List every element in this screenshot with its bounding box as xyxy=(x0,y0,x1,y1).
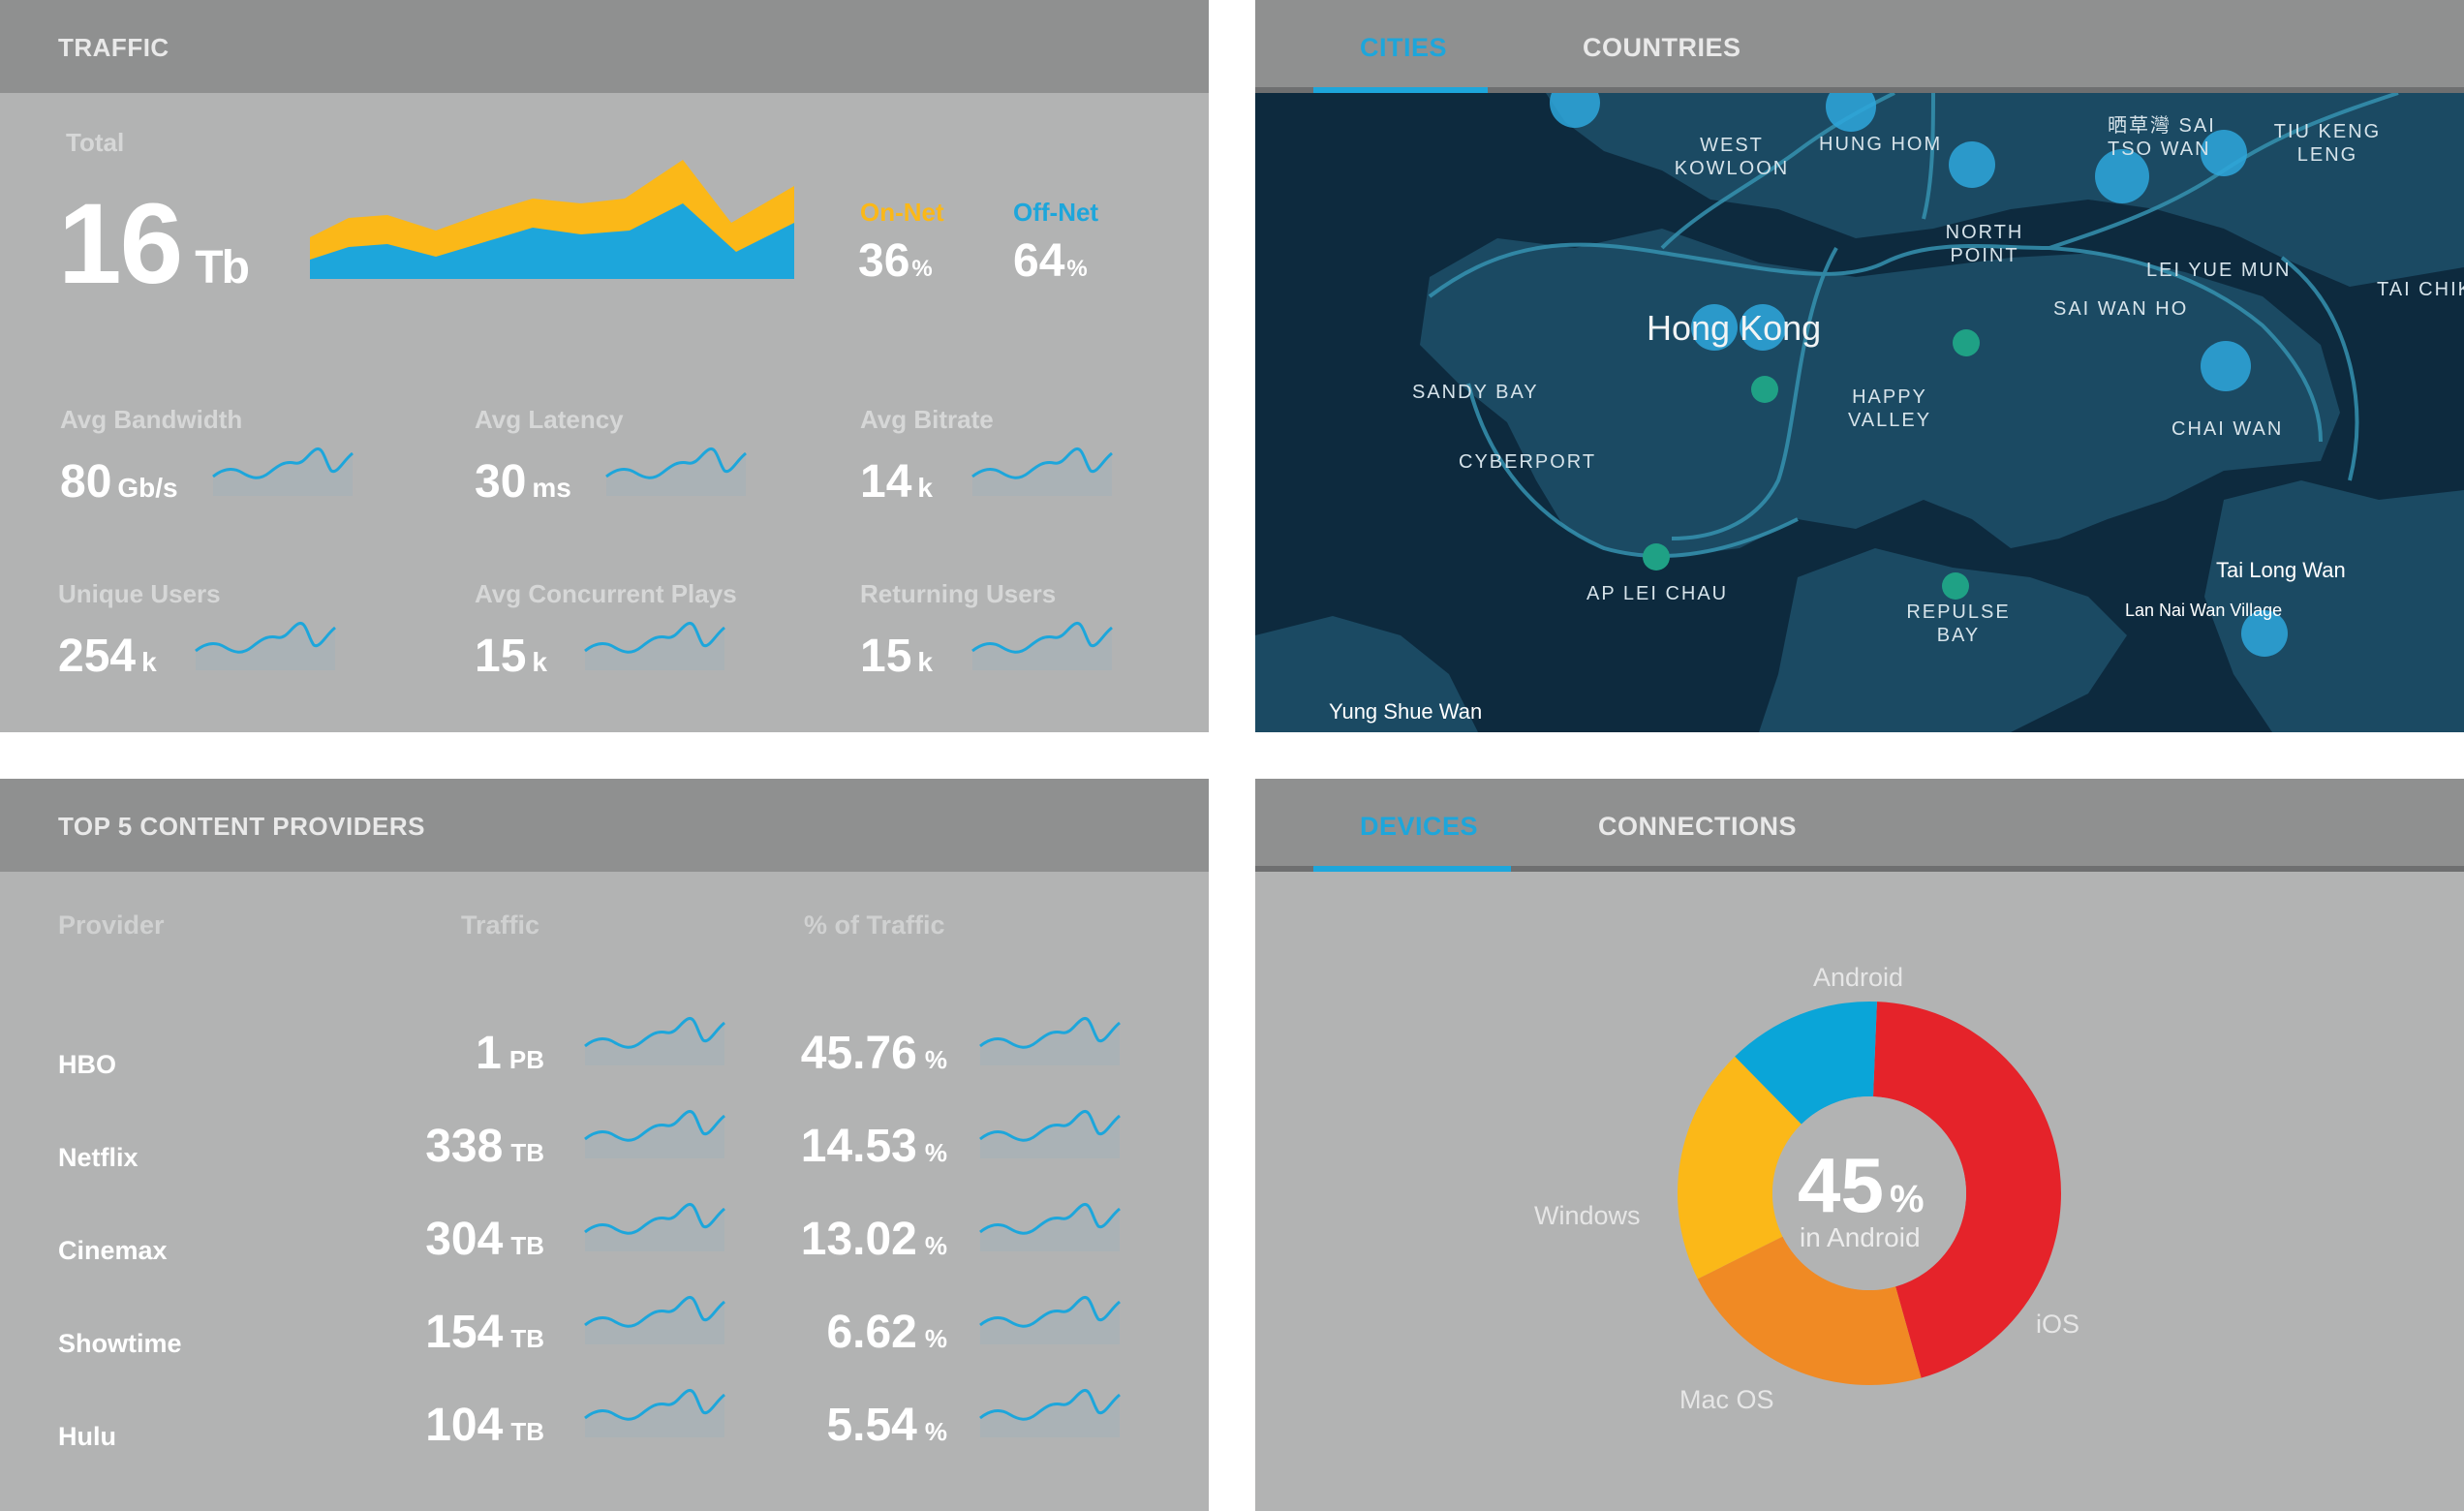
donut-center-value: 45% xyxy=(1798,1142,1925,1228)
tab-cities[interactable]: CITIES xyxy=(1360,33,1447,63)
provider-percent-value: 13.02% xyxy=(800,1214,947,1265)
donut-label-macos: Mac OS xyxy=(1679,1385,1774,1414)
col-header-traffic: Traffic xyxy=(461,910,540,940)
devices-panel: DEVICES CONNECTIONS Android iOS Mac OS W… xyxy=(1255,779,2464,1511)
map-label-sai-tso-wan: 晒草灣 SAI TSO WAN xyxy=(2108,115,2216,160)
traffic-panel: TRAFFIC Total 16 Tb On-Net 36% Off-Net 64… xyxy=(0,0,1209,732)
traffic-area-chart xyxy=(310,160,794,279)
providers-panel: TOP 5 CONTENT PROVIDERS Provider Traffic… xyxy=(0,779,1209,1511)
provider-traffic-value: 104 TB xyxy=(425,1400,544,1451)
stat-value-returning-users: 15 k xyxy=(860,631,933,682)
provider-name: HBO xyxy=(58,1050,116,1079)
map-label-tiu-keng-leng: TIU KENG LENG xyxy=(2273,121,2382,166)
sparkline-avg-latency xyxy=(605,447,747,496)
off-net-value: 64% xyxy=(1013,235,1088,287)
map-label-lei-yue-mun: LEI YUE MUN xyxy=(2146,260,2292,281)
provider-percent-sparkline xyxy=(979,1109,1121,1158)
stat-label-avg-bitrate: Avg Bitrate xyxy=(860,405,994,434)
donut-label-ios: iOS xyxy=(2036,1310,2080,1339)
provider-traffic-sparkline xyxy=(584,1295,725,1344)
map-label-happy-valley: HAPPY VALLEY xyxy=(1847,386,1932,431)
provider-name: Cinemax xyxy=(58,1236,168,1265)
map-label-tai-chik: TAI CHIK xyxy=(2377,279,2464,300)
total-value: 16 Tb xyxy=(58,180,250,308)
provider-traffic-value: 154 TB xyxy=(425,1307,544,1358)
sparkline-avg-bitrate xyxy=(971,447,1113,496)
stat-value-avg-latency: 30 ms xyxy=(475,456,571,508)
on-net-value: 36% xyxy=(858,235,933,287)
provider-traffic-value: 1 PB xyxy=(476,1028,544,1079)
providers-header: TOP 5 CONTENT PROVIDERS xyxy=(0,779,1209,872)
map-panel: CITIES COUNTRIES WEST KOWLOON HUNG HOM 晒… xyxy=(1255,0,2464,732)
map-label-cyberport: CYBERPORT xyxy=(1459,451,1597,473)
map-label-lan-nai-wan: Lan Nai Wan Village xyxy=(2125,601,2283,620)
map-label-sandy-bay: SANDY BAY xyxy=(1412,382,1539,403)
sparkline-returning-users xyxy=(971,621,1113,670)
donut-label-windows: Windows xyxy=(1534,1201,1641,1230)
provider-percent-sparkline xyxy=(979,1295,1121,1344)
provider-name: Netflix xyxy=(58,1143,139,1172)
provider-traffic-value: 338 TB xyxy=(425,1121,544,1172)
provider-traffic-sparkline xyxy=(584,1388,725,1437)
col-header-provider: Provider xyxy=(58,910,165,940)
col-header-percent: % of Traffic xyxy=(804,910,945,940)
provider-name: Showtime xyxy=(58,1329,182,1358)
provider-percent-value: 6.62% xyxy=(826,1307,947,1358)
donut-label-android: Android xyxy=(1813,963,1904,992)
stat-label-returning-users: Returning Users xyxy=(860,579,1057,608)
provider-percent-value: 5.54% xyxy=(826,1400,947,1451)
map-label-hong-kong: Hong Kong xyxy=(1647,308,1822,348)
stat-value-unique-users: 254 k xyxy=(58,631,157,682)
total-label: Total xyxy=(66,128,125,157)
map-label-repulse-bay: REPULSE BAY xyxy=(1906,601,2011,646)
stat-value-avg-concurrent-plays: 15 k xyxy=(475,631,547,682)
provider-percent-value: 14.53% xyxy=(800,1121,947,1172)
provider-traffic-value: 304 TB xyxy=(425,1214,544,1265)
tab-countries[interactable]: COUNTRIES xyxy=(1583,33,1741,63)
stat-label-avg-concurrent-plays: Avg Concurrent Plays xyxy=(475,579,737,608)
map-label-yung-shue-wan: Yung Shue Wan xyxy=(1329,699,1483,724)
sparkline-avg-bandwidth xyxy=(212,447,354,496)
traffic-title: TRAFFIC xyxy=(58,33,169,62)
providers-title: TOP 5 CONTENT PROVIDERS xyxy=(58,812,425,841)
map-label-sai-wan-ho: SAI WAN HO xyxy=(2053,298,2189,320)
donut-center-caption: in Android xyxy=(1800,1222,1921,1252)
map-label-west-kowloon: WEST KOWLOON xyxy=(1674,135,1790,179)
sparkline-unique-users xyxy=(195,621,336,670)
stat-label-avg-latency: Avg Latency xyxy=(475,405,624,434)
provider-traffic-sparkline xyxy=(584,1202,725,1251)
provider-percent-value: 45.76% xyxy=(800,1028,947,1079)
map-label-ap-lei-chau: AP LEI CHAU xyxy=(1586,583,1729,604)
off-net-label: Off-Net xyxy=(1013,198,1099,227)
map-label-hung-hom: HUNG HOM xyxy=(1819,134,1943,155)
provider-percent-sparkline xyxy=(979,1016,1121,1065)
stat-label-avg-bandwidth: Avg Bandwidth xyxy=(60,405,243,434)
map-label-chai-wan: CHAI WAN xyxy=(2171,418,2284,440)
provider-name: Hulu xyxy=(58,1422,116,1451)
map-label-north-point: NORTH POINT xyxy=(1945,222,2024,266)
stat-value-avg-bandwidth: 80 Gb/s xyxy=(60,456,178,508)
provider-traffic-sparkline xyxy=(584,1016,725,1065)
map-tabbar: CITIES COUNTRIES xyxy=(1255,0,2464,93)
on-net-label: On-Net xyxy=(860,198,944,227)
map-label-tai-long-wan: Tai Long Wan xyxy=(2216,558,2346,582)
stat-value-avg-bitrate: 14 k xyxy=(860,456,933,508)
stat-label-unique-users: Unique Users xyxy=(58,579,221,608)
provider-percent-sparkline xyxy=(979,1388,1121,1437)
sparkline-avg-concurrent-plays xyxy=(584,621,725,670)
provider-traffic-sparkline xyxy=(584,1109,725,1158)
provider-percent-sparkline xyxy=(979,1202,1121,1251)
traffic-header: TRAFFIC xyxy=(0,0,1209,93)
